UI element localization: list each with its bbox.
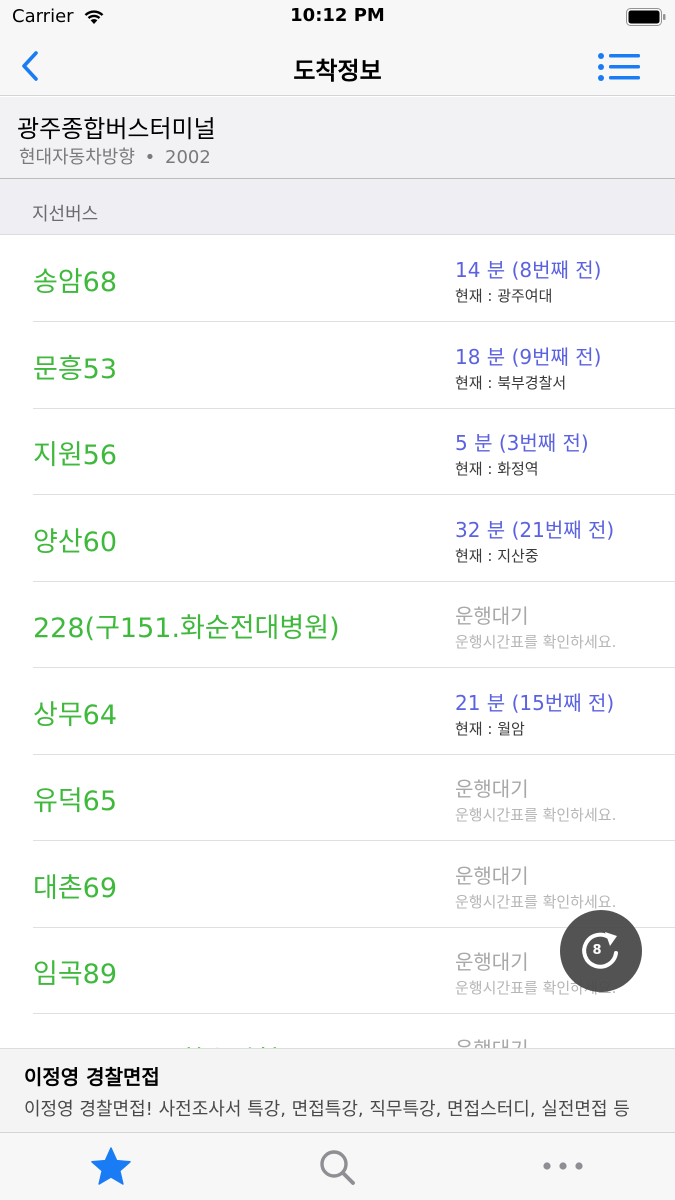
route-name: 228(구151.화순시청) <box>33 1039 290 1049</box>
bus-route-row[interactable]: 지원56 5 분 (3번째 전) 현재 : 화정역 <box>0 409 675 495</box>
bus-route-row[interactable]: 228(구151.화순전대병원) 운행대기운행시간표를 확인하세요. <box>0 582 675 668</box>
status-bar: Carrier 10:12 PM <box>0 0 675 36</box>
bus-route-row[interactable]: 양산60 32 분 (21번째 전) 현재 : 지산중 <box>0 496 675 582</box>
arrival-time: 운행대기 <box>455 863 529 888</box>
arrival-location: 운행시간표를 확인하세요. <box>455 892 617 911</box>
bus-route-row[interactable]: 228(구151.화순시청)운행대기운행시간표를 확인하세요. <box>0 1015 675 1049</box>
tab-bar <box>0 1132 675 1200</box>
refresh-button[interactable]: 8 <box>560 910 642 992</box>
route-name: 임곡89 <box>33 959 118 990</box>
arrival-time: 14 분 (8번째 전) <box>455 258 602 282</box>
route-name: 지원56 <box>33 440 118 471</box>
section-title: 지선버스 <box>32 204 99 225</box>
arrival-location: 운행시간표를 확인하세요. <box>455 806 617 824</box>
arrival-time: 21 분 (15번째 전) <box>455 690 615 715</box>
bus-route-row[interactable]: 문흥53 18 분 (9번째 전) 현재 : 북부경찰서 <box>0 323 675 409</box>
route-name: 대촌69 <box>33 872 118 904</box>
route-name: 228(구151.화순전대병원) <box>33 613 340 644</box>
page-title: 도착정보 <box>293 57 382 85</box>
arrival-time: 운행대기 <box>455 1033 529 1049</box>
arrival-time: 운행대기 <box>455 604 529 628</box>
arrival-location: 현재 : 북부경찰서 <box>455 373 567 392</box>
bus-route-row[interactable]: 유덕65 운행대기운행시간표를 확인하세요. <box>0 755 675 841</box>
ad-text: 이정영 경찰면접! 사전조사서 특강, 면접특강, 직무특강, 면접스터디, 실… <box>24 1099 630 1120</box>
bus-route-row[interactable]: 송암68 14 분 (8번째 전) 현재 : 광주여대 <box>0 236 675 322</box>
arrival-location: 현재 : 화정역 <box>455 460 539 478</box>
route-name: 유덕65 <box>33 786 118 817</box>
star-icon[interactable] <box>88 1145 134 1189</box>
stop-header: 광주종합버스터미널 현대자동차방향 • 2002 <box>0 97 675 179</box>
arrival-location: 운행시간표를 확인하세요. <box>455 633 617 651</box>
refresh-countdown-value: 8 <box>592 943 602 958</box>
search-icon[interactable] <box>314 1145 360 1189</box>
stop-separator: • <box>144 147 156 168</box>
list-icon[interactable] <box>596 51 642 83</box>
arrival-time: 5 분 (3번째 전) <box>455 431 589 455</box>
navigation-bar: 도착정보 <box>0 36 675 96</box>
arrival-location: 현재 : 월암 <box>455 719 525 738</box>
arrival-location: 현재 : 지산중 <box>455 546 539 565</box>
stop-name: 광주종합버스터미널 <box>17 115 216 143</box>
stop-subtitle: 현대자동차방향 • 2002 <box>19 143 211 169</box>
arrival-time: 운행대기 <box>455 777 529 801</box>
arrival-location: 현재 : 광주여대 <box>455 287 553 305</box>
more-icon[interactable] <box>540 1145 586 1189</box>
ad-banner[interactable]: 이정영 경찰면접 이정영 경찰면접! 사전조사서 특강, 면접특강, 직무특강,… <box>0 1048 675 1132</box>
route-name: 상무64 <box>33 699 118 731</box>
ad-title: 이정영 경찰면접 <box>24 1065 160 1089</box>
route-name: 문흥53 <box>33 353 118 385</box>
stop-direction: 현대자동차방향 <box>19 147 135 168</box>
arrival-time: 32 분 (21번째 전) <box>455 517 615 542</box>
battery-icon <box>626 8 666 26</box>
section-header: 지선버스 <box>0 179 675 235</box>
arrival-time: 운행대기 <box>455 950 529 974</box>
route-name: 송암68 <box>33 267 118 298</box>
status-time: 10:12 PM <box>290 5 385 26</box>
refresh-countdown: 8 <box>560 910 642 992</box>
stop-code: 2002 <box>165 147 211 168</box>
arrival-time: 18 분 (9번째 전) <box>455 344 602 369</box>
route-name: 양산60 <box>33 526 118 558</box>
bus-route-row[interactable]: 상무64 21 분 (15번째 전) 현재 : 월암 <box>0 669 675 755</box>
